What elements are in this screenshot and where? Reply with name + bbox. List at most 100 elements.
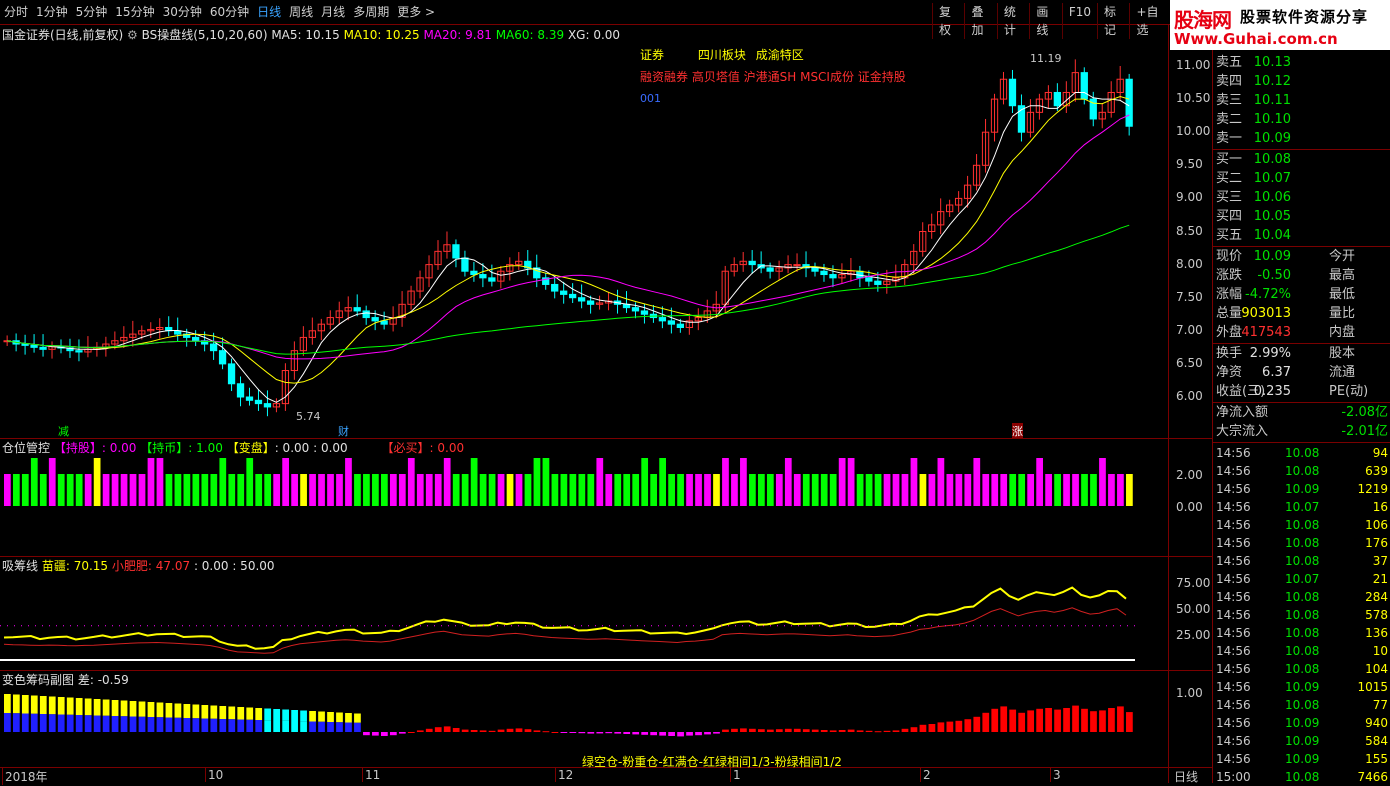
stat2-row-2-value: 0.235 (1253, 384, 1291, 399)
position-bar (111, 474, 119, 506)
chip-bar (587, 732, 595, 734)
main-chart[interactable] (0, 24, 1170, 439)
chip-bar (1081, 708, 1088, 732)
chip-bar (48, 696, 56, 715)
chip-bar (192, 718, 200, 732)
position-bar (856, 474, 864, 506)
position-bar (318, 474, 325, 506)
chip-bar (147, 702, 155, 717)
event-tag-1[interactable]: 减 (58, 423, 69, 439)
tick-time: 14:56 (1216, 482, 1251, 496)
chip-bar (991, 708, 999, 732)
position-bar (84, 474, 92, 506)
tick-price: 10.08 (1285, 770, 1320, 784)
candle-body (263, 403, 272, 408)
event-tag-3[interactable]: 涨 (1012, 423, 1023, 439)
chip-bar (686, 732, 693, 736)
candle-body (631, 307, 640, 312)
tick-row: 14:56 10.07 21 (1213, 570, 1390, 588)
timeframe-tab-10[interactable]: 更多 > (397, 3, 435, 21)
stat2-row-1-label: 净资 (1216, 365, 1243, 380)
flow-label: 大宗流入 (1216, 424, 1269, 439)
tick-price: 10.09 (1285, 482, 1320, 496)
timeframe-tab-4[interactable]: 30分钟 (163, 3, 202, 21)
bid-row-3-label: 买四 (1216, 209, 1243, 224)
chip-bar (937, 722, 945, 732)
accumulation-chart[interactable] (0, 574, 1170, 670)
chip-bar (1018, 712, 1026, 732)
position-control-chart[interactable] (0, 456, 1170, 556)
position-bar (1036, 458, 1043, 506)
position-bar (147, 458, 155, 506)
ask-row-4-label: 卖一 (1216, 131, 1243, 146)
position-bar (1072, 474, 1079, 506)
event-tag-2[interactable]: 财 (338, 423, 349, 439)
position-bar (363, 474, 370, 506)
timeframe-tab-0[interactable]: 分时 (4, 3, 28, 21)
date-tick-3: 12 (555, 768, 573, 782)
ma5-line (7, 92, 1130, 403)
bid-row-1-value: 10.07 (1253, 171, 1291, 186)
bid-row-2-value: 10.06 (1253, 190, 1291, 205)
position-bar (704, 474, 711, 506)
chip-bar (892, 730, 900, 732)
low-price-label: 5.74 (296, 410, 321, 423)
timeframe-tab-1[interactable]: 1分钟 (36, 3, 68, 21)
chip-bar (264, 708, 272, 721)
chip-bar (901, 728, 909, 732)
timeframe-tab-9[interactable]: 多周期 (353, 3, 389, 21)
chip-bar (84, 715, 92, 732)
stat-row-3-label2: 量比 (1329, 306, 1356, 321)
stat-row-0-label2: 今开 (1329, 249, 1356, 264)
position-bar (749, 474, 756, 506)
position-bar (955, 474, 963, 506)
stat-row-2: 涨幅 -4.72% 最低 (1213, 286, 1390, 304)
tick-row: 14:56 10.08 10 (1213, 642, 1390, 660)
timeframe-tab-3[interactable]: 15分钟 (115, 3, 154, 21)
timeframe-tab-6[interactable]: 日线 (257, 3, 281, 21)
chip-bar (722, 729, 729, 732)
position-bar (210, 474, 218, 506)
tick-time: 14:56 (1216, 698, 1251, 712)
chip-bar (452, 728, 460, 732)
position-bar (919, 474, 927, 506)
position-bar (434, 474, 442, 506)
ask-row-2-label: 卖三 (1216, 93, 1243, 108)
chip-bar (381, 732, 388, 736)
position-bar (1081, 474, 1088, 506)
ask-row-0-label: 卖五 (1216, 55, 1243, 70)
chip-bar (201, 718, 209, 732)
period-label[interactable]: 日线 (1174, 768, 1198, 785)
chip-bar (39, 696, 47, 714)
chip-bar (811, 729, 819, 732)
position-bar (1009, 474, 1017, 506)
position-bar (937, 458, 945, 506)
chip-bar (766, 729, 774, 732)
chip-bar (21, 695, 29, 714)
panel3-rest: : 0.00 : 50.00 (193, 559, 275, 573)
timeframe-tab-2[interactable]: 5分钟 (76, 3, 108, 21)
timeframe-tab-8[interactable]: 月线 (321, 3, 345, 21)
candle-body (254, 399, 263, 405)
stat-row-4-value: 417543 (1241, 325, 1291, 340)
tick-volume: 584 (1365, 734, 1388, 748)
ma60-line (7, 224, 1130, 355)
timeframe-tabs: 分时 1分钟 5分钟 15分钟 30分钟 60分钟 日线 周线 月线 多周期 更多 > (0, 3, 435, 21)
panel3-name: 吸筹线 (2, 559, 39, 573)
position-bar (668, 474, 675, 506)
tick-time: 14:56 (1216, 536, 1251, 550)
tick-time: 14:56 (1216, 446, 1251, 460)
chip-bar (12, 694, 20, 714)
tick-time: 14:56 (1216, 644, 1251, 658)
stat-row-4: 外盘 417543 内盘 (1213, 324, 1390, 342)
chip-bar (102, 699, 110, 716)
chibi-label: 【持币】 (140, 441, 189, 455)
tick-time: 14:56 (1216, 590, 1251, 604)
p4-axis-1: 1.00 (1176, 686, 1203, 700)
candle-body (676, 323, 684, 328)
timeframe-tab-5[interactable]: 60分钟 (210, 3, 249, 21)
timeframe-tab-7[interactable]: 周线 (289, 3, 313, 21)
stat2-row-0-label2: 股本 (1329, 346, 1356, 361)
position-bar (964, 474, 972, 506)
position-bar (982, 474, 990, 506)
